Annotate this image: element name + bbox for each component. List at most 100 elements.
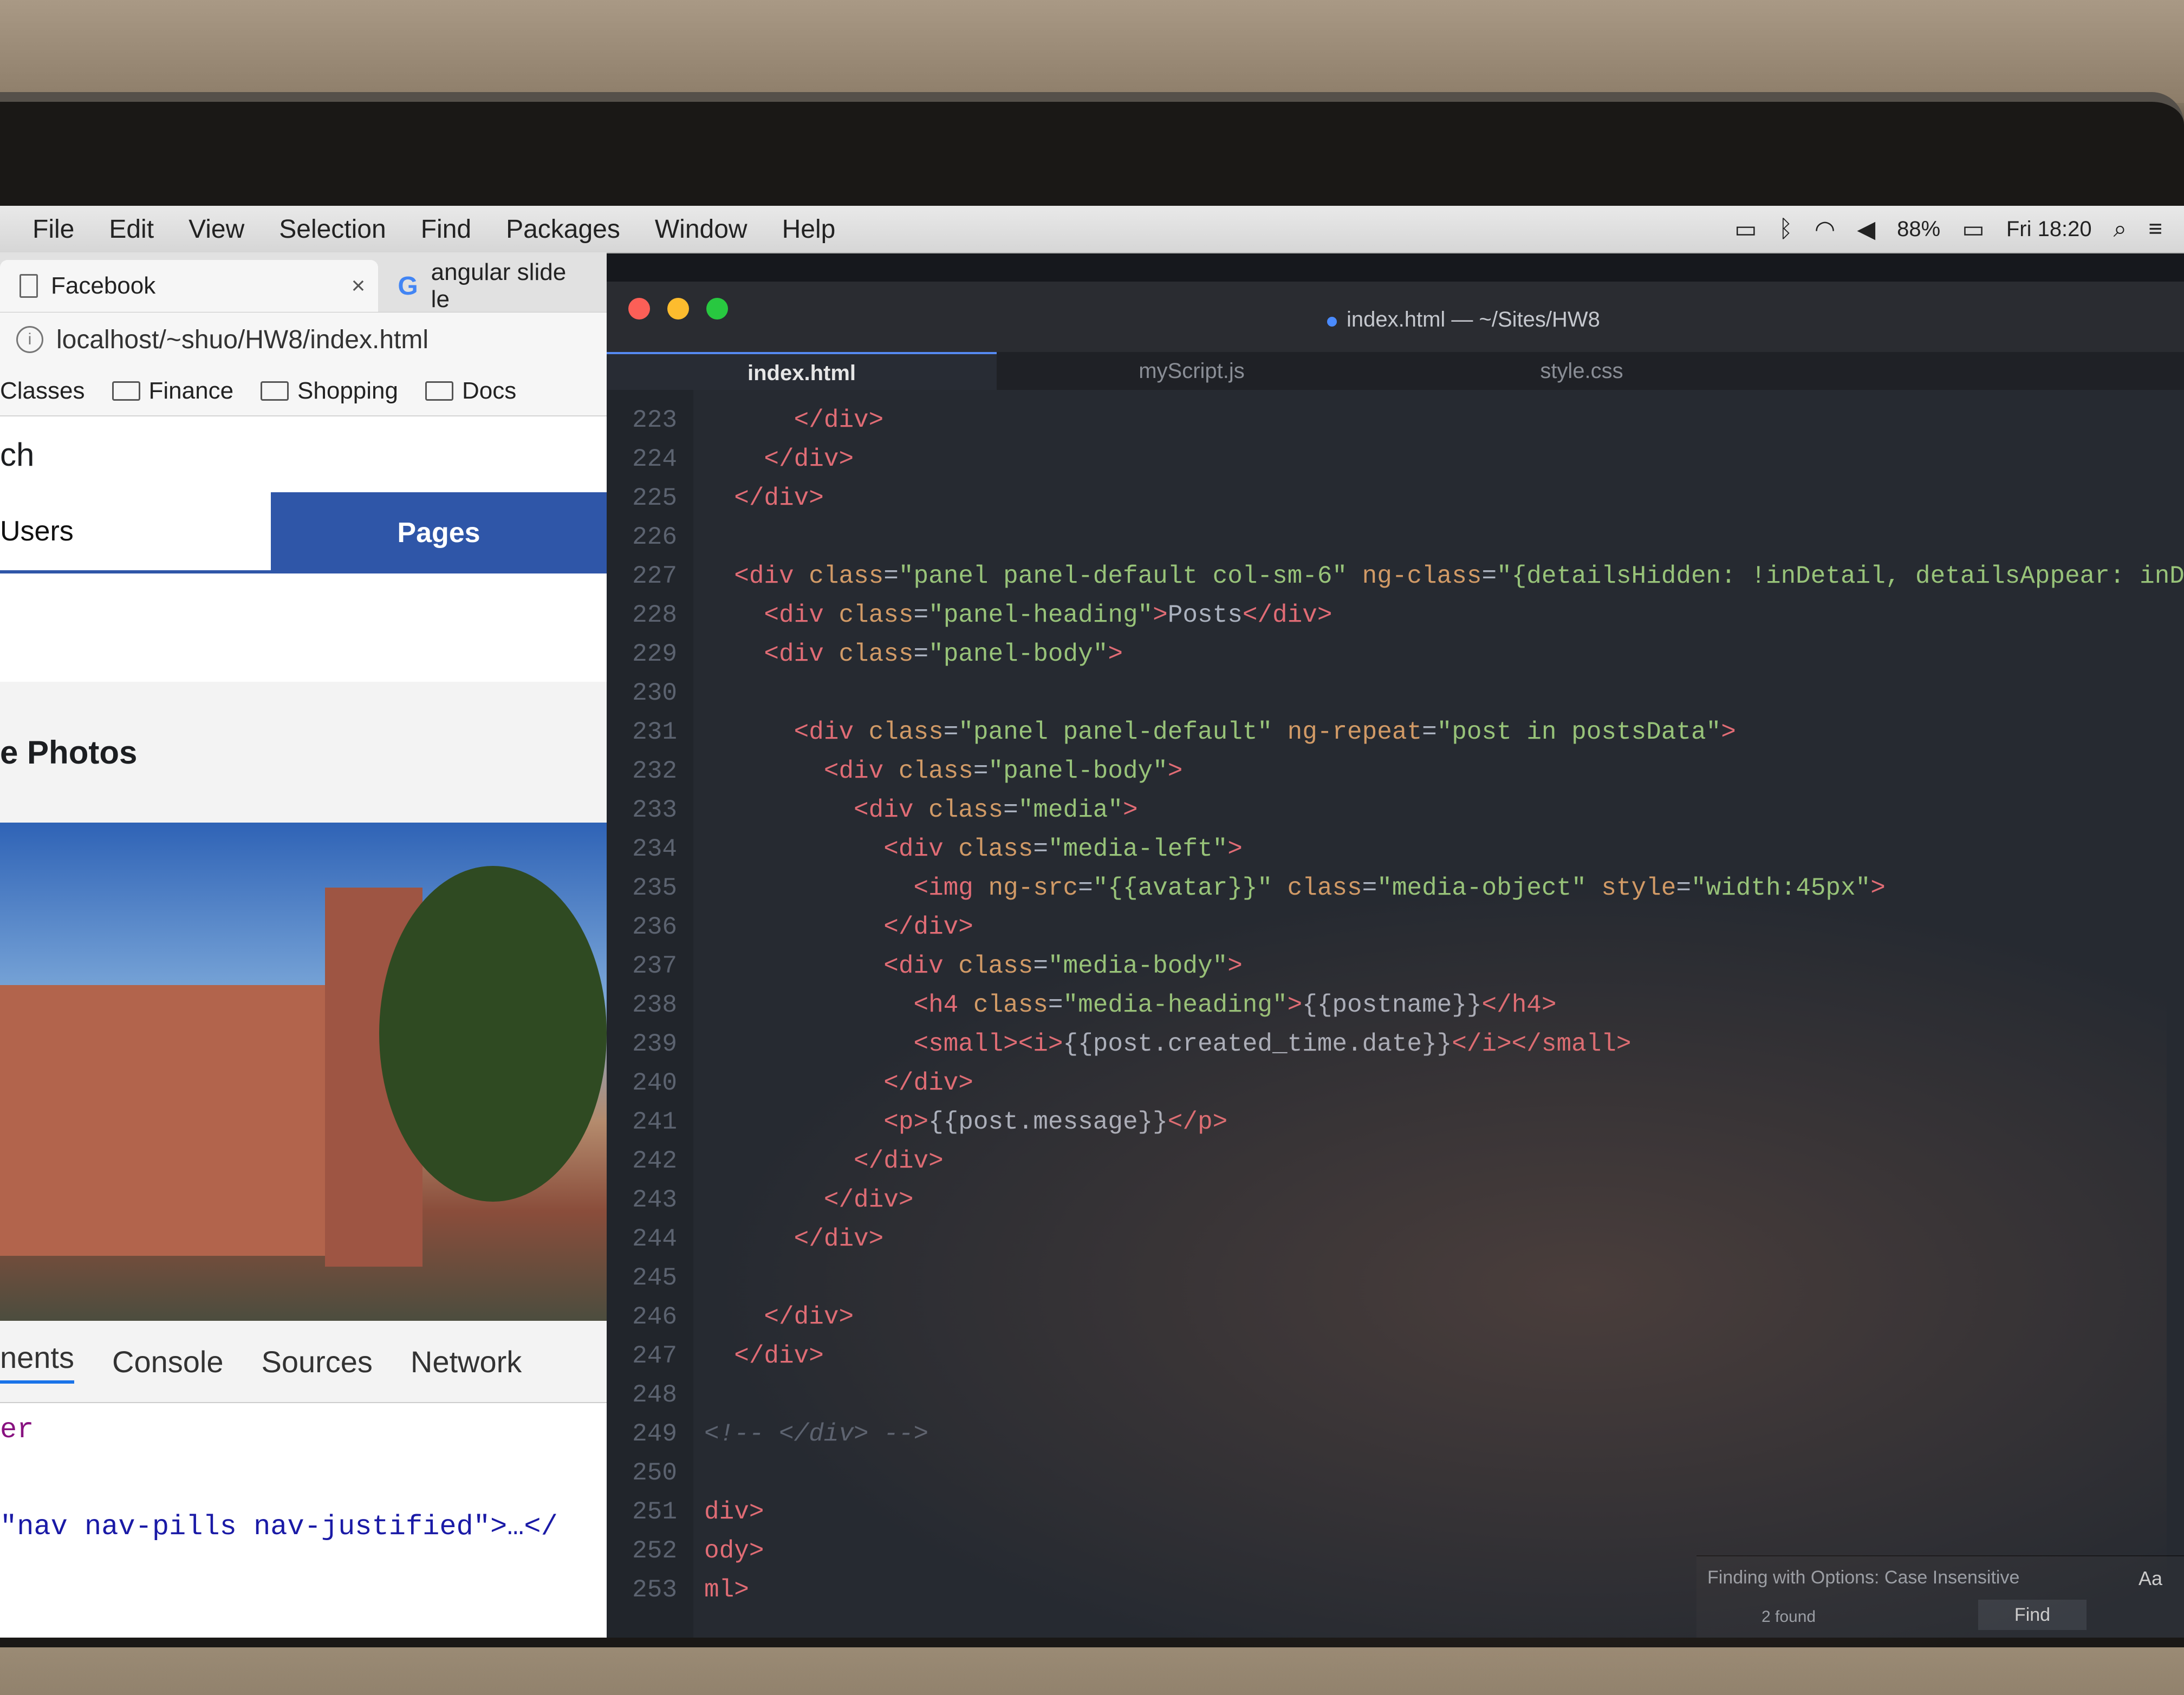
url-text[interactable]: localhost/~shuo/HW8/index.html <box>56 325 428 355</box>
devtools-line[interactable]: er <box>0 1414 607 1446</box>
bookmark-classes[interactable]: Classes <box>0 377 85 405</box>
airplay-icon[interactable]: ▭ <box>1734 216 1757 243</box>
code-token: <div <box>794 718 869 746</box>
code-line[interactable]: 239 <small><i>{{post.created_time.date}}… <box>607 1025 1631 1064</box>
clock[interactable]: Fri 18:20 <box>2006 217 2092 242</box>
code-line[interactable]: 238 <h4 class="media-heading">{{postname… <box>607 986 1556 1025</box>
editor-tab-myscript[interactable]: myScript.js <box>997 352 1387 390</box>
spotlight-search-icon[interactable]: ⌕ <box>2114 216 2127 243</box>
code-line[interactable]: 233 <div class="media"> <box>607 791 1138 830</box>
code-line[interactable]: 241 <p>{{post.message}}</p> <box>607 1103 1227 1142</box>
code-line[interactable]: 225 </div> <box>607 479 824 518</box>
wifi-icon[interactable]: ◠ <box>1815 216 1835 243</box>
code-line[interactable]: 231 <div class="panel panel-default" ng-… <box>607 713 1736 752</box>
code-token: > <box>1287 991 1303 1019</box>
bookmark-docs[interactable]: Docs <box>425 377 516 405</box>
code-line[interactable]: 226 <box>607 518 704 557</box>
code-line[interactable]: 247 </div> <box>607 1337 824 1375</box>
line-number: 250 <box>632 1459 677 1487</box>
code-line[interactable]: 223 </div> <box>607 401 883 440</box>
code-line[interactable]: 243 </div> <box>607 1181 913 1220</box>
code-line[interactable]: 251 div> <box>607 1492 764 1531</box>
address-bar[interactable]: i localhost/~shuo/HW8/index.html <box>0 312 607 367</box>
code-token: class <box>1287 874 1362 902</box>
code-line[interactable]: 235 <img ng-src="{{avatar}}" class="medi… <box>607 869 1886 908</box>
code-token: "media" <box>1018 796 1123 824</box>
code-token: class <box>958 835 1034 863</box>
code-line[interactable]: 253 ml> <box>607 1570 749 1609</box>
close-tab-icon[interactable]: × <box>352 272 366 299</box>
code-line[interactable]: 228 <div class="panel-heading">Posts</di… <box>607 596 1332 635</box>
menu-items: File Edit View Selection Find Packages W… <box>32 206 835 252</box>
code-line[interactable]: 250 <box>607 1453 704 1492</box>
menu-window[interactable]: Window <box>655 214 748 244</box>
code-line[interactable]: 224 </div> <box>607 440 854 479</box>
line-number: 238 <box>632 991 677 1019</box>
code-line[interactable]: 236 </div> <box>607 908 973 947</box>
editor-tab-style[interactable]: style.css <box>1387 352 1777 390</box>
code-line[interactable]: 249 <!-- </div> --> <box>607 1414 928 1453</box>
info-icon[interactable]: i <box>16 326 43 353</box>
battery-icon[interactable]: ▭ <box>1962 216 1985 243</box>
code-line[interactable]: 227 <div class="panel panel-default col-… <box>607 557 2184 596</box>
pill-pages[interactable]: Pages <box>271 492 607 573</box>
close-window-button[interactable] <box>628 298 650 320</box>
menu-help[interactable]: Help <box>782 214 836 244</box>
minimize-window-button[interactable] <box>667 298 689 320</box>
code-line[interactable]: 248 <box>607 1375 704 1414</box>
code-line[interactable]: 229 <div class="panel-body"> <box>607 635 1123 674</box>
devtools-line[interactable]: "nav nav-pills nav-justified">…</ <box>0 1511 607 1543</box>
bluetooth-icon[interactable]: ᛒ <box>1779 216 1793 243</box>
devtools-tab-network[interactable]: Network <box>411 1344 522 1379</box>
editor-tab-index[interactable]: index.html <box>607 352 997 392</box>
find-button[interactable]: Find <box>1978 1600 2086 1630</box>
code-line[interactable]: 234 <div class="media-left"> <box>607 830 1243 869</box>
code-token: "media-left" <box>1048 835 1228 863</box>
code-line[interactable]: 252 ody> <box>607 1531 764 1570</box>
bookmark-shopping[interactable]: Shopping <box>261 377 398 405</box>
case-toggle-button[interactable]: Aa <box>2138 1567 2162 1590</box>
devtools-tab-console[interactable]: Console <box>112 1344 223 1379</box>
line-number: 247 <box>632 1342 677 1370</box>
menu-edit[interactable]: Edit <box>109 214 154 244</box>
pill-users[interactable]: Users <box>0 492 271 573</box>
code-token: <div <box>883 952 959 980</box>
line-number: 233 <box>632 796 677 824</box>
browser-tab-facebook[interactable]: Facebook × <box>0 260 379 312</box>
zoom-window-button[interactable] <box>706 298 728 320</box>
menu-selection[interactable]: Selection <box>279 214 386 244</box>
code-line[interactable]: 242 </div> <box>607 1142 944 1181</box>
find-result-count: 2 found <box>1761 1608 1816 1626</box>
volume-icon[interactable]: ◀ <box>1857 216 1875 243</box>
menu-view[interactable]: View <box>188 214 244 244</box>
devtools-tab-elements[interactable]: nents <box>0 1340 74 1384</box>
code-line[interactable]: 245 <box>607 1259 704 1298</box>
bookmark-label: Shopping <box>297 377 398 404</box>
code-line[interactable]: 232 <div class="panel-body"> <box>607 752 1182 791</box>
menu-packages[interactable]: Packages <box>506 214 620 244</box>
battery-percent[interactable]: 88% <box>1897 217 1940 242</box>
code-line[interactable]: 246 </div> <box>607 1298 854 1337</box>
bookmark-finance[interactable]: Finance <box>112 377 233 405</box>
page-spacer <box>0 573 607 682</box>
browser-tab-angular[interactable]: G angular slide le <box>378 259 607 312</box>
bookmark-label: Classes <box>0 377 85 404</box>
code-line[interactable]: 240 </div> <box>607 1064 973 1103</box>
code-line[interactable]: 244 </div> <box>607 1220 883 1259</box>
code-line[interactable]: 230 <box>607 674 704 713</box>
code-token: {{post.created_time.date}} <box>1063 1030 1452 1058</box>
code-token: <!-- </div> --> <box>704 1420 929 1448</box>
devtools-tab-sources[interactable]: Sources <box>261 1344 372 1379</box>
code-token: </i> <box>1452 1030 1512 1058</box>
devtools-spacer <box>0 1446 607 1511</box>
menu-find[interactable]: Find <box>421 214 471 244</box>
code-line[interactable]: 237 <div class="media-body"> <box>607 947 1243 986</box>
code-area[interactable]: 223 </div> 224 </div> 225 </div> 226 227 <di… <box>607 390 2184 1638</box>
notification-center-icon[interactable]: ≡ <box>2148 216 2162 243</box>
menu-file[interactable]: File <box>32 214 74 244</box>
